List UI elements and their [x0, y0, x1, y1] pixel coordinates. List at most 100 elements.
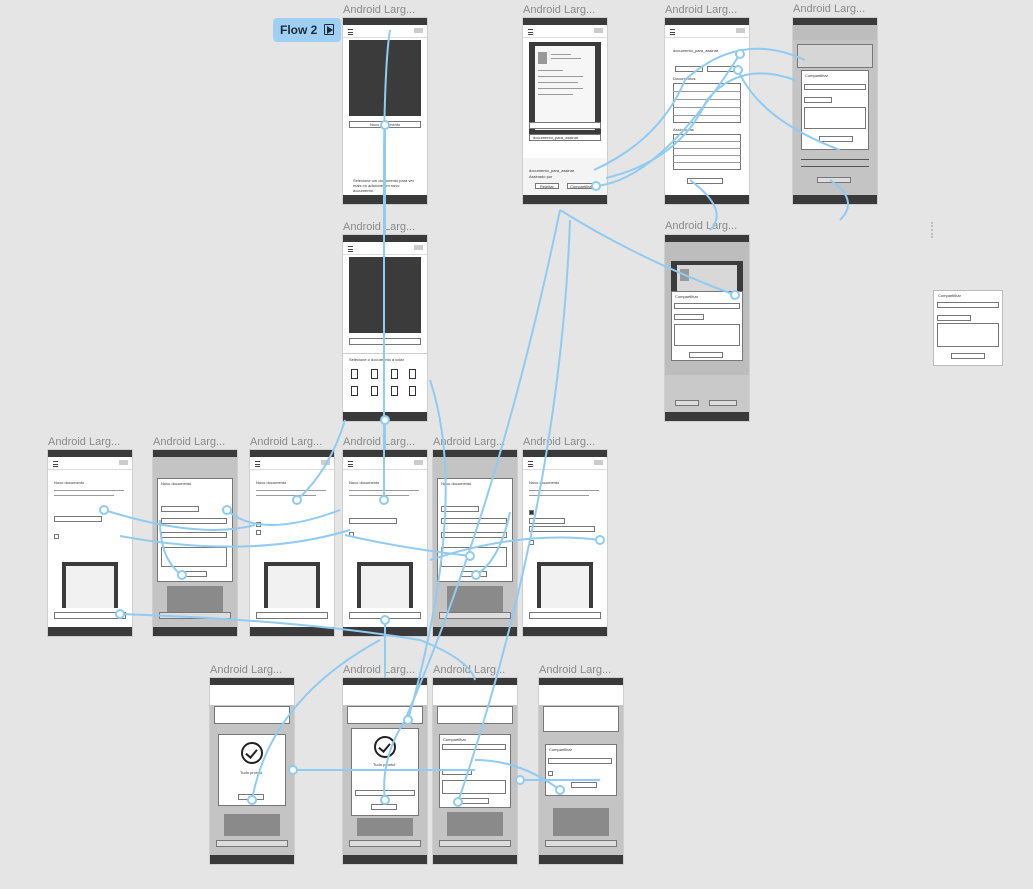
reject-button[interactable] — [675, 400, 699, 406]
share-link-field[interactable] — [674, 303, 740, 309]
frame-label: Android Larg... — [210, 664, 283, 676]
check-circle-icon — [241, 742, 263, 764]
new-document-button[interactable] — [529, 122, 601, 129]
send-email-button[interactable] — [819, 136, 853, 142]
file-icon[interactable] — [391, 386, 398, 396]
frame-label: Android Larg... — [665, 220, 738, 232]
screen-share-form-2: Compartilhar — [539, 678, 623, 864]
frame-label: Android Larg... — [539, 664, 612, 676]
file-icon[interactable] — [409, 386, 416, 396]
canvas-scroll-indicator — [931, 222, 935, 238]
signatures-list[interactable] — [673, 134, 741, 170]
permit-checkbox[interactable] — [256, 530, 261, 535]
share-options-list[interactable] — [804, 107, 866, 129]
send-email-button[interactable] — [951, 353, 985, 359]
email-field[interactable] — [161, 532, 227, 538]
send-email-button[interactable] — [689, 352, 723, 358]
frame-label: Android Larg... — [343, 221, 416, 233]
permit-checkbox[interactable] — [349, 532, 354, 537]
frame-label: Android Larg... — [523, 4, 596, 16]
ok-button[interactable] — [238, 794, 264, 800]
share-button[interactable]: Compartilhar — [567, 183, 595, 189]
tab-share[interactable] — [707, 66, 737, 72]
screen-share-form: Compartilhar — [433, 678, 517, 864]
finish-button[interactable] — [571, 782, 597, 788]
share-link-field[interactable] — [804, 84, 866, 90]
frame-label: Android Larg... — [523, 436, 596, 448]
name-field[interactable] — [441, 518, 507, 524]
save-button[interactable] — [349, 612, 421, 619]
save-button[interactable] — [529, 612, 601, 619]
screen-success-2: Tudo pronto! — [343, 678, 427, 864]
comment-field[interactable] — [442, 780, 506, 794]
share-options-list[interactable] — [937, 323, 999, 347]
document-row[interactable]: documento_para_assinar — [529, 134, 601, 141]
save-button[interactable] — [159, 612, 231, 619]
permit-checkbox[interactable] — [529, 540, 534, 545]
tab-sign[interactable] — [675, 66, 703, 72]
share-role-select[interactable] — [937, 315, 971, 321]
auto-sign-checkbox[interactable] — [529, 510, 534, 515]
file-icon[interactable] — [409, 369, 416, 379]
screen-new-doc-3: Novo documento — [250, 450, 334, 636]
share-role-select[interactable] — [804, 97, 832, 103]
file-icon[interactable] — [351, 369, 358, 379]
frame-label: Android Larg... — [343, 4, 416, 16]
flow-label: Flow 2 — [280, 23, 318, 37]
email-field[interactable] — [441, 532, 507, 538]
permit-checkbox[interactable] — [54, 534, 59, 539]
check-circle-icon — [374, 736, 396, 758]
finish-button[interactable] — [459, 798, 489, 804]
add-participant-field[interactable] — [441, 506, 479, 512]
new-document-button[interactable]: Novo documento — [349, 121, 421, 128]
role-select[interactable] — [54, 516, 102, 522]
add-participant-field[interactable] — [161, 506, 199, 512]
save-button[interactable] — [349, 840, 421, 847]
play-frame-icon[interactable] — [324, 24, 334, 35]
frame-label: Android Larg... — [153, 436, 226, 448]
frame-label: Android Larg... — [250, 436, 323, 448]
screen-share-modal: Compartilhar — [793, 18, 877, 204]
save-button[interactable] — [545, 840, 617, 847]
name-field[interactable] — [161, 518, 227, 524]
new-document-button[interactable] — [349, 338, 421, 345]
add-document-button[interactable] — [817, 177, 851, 183]
save-button[interactable] — [439, 612, 511, 619]
save-button[interactable] — [181, 571, 207, 577]
permit-checkbox[interactable] — [548, 771, 553, 776]
auto-sign-checkbox[interactable] — [256, 522, 261, 527]
role-select[interactable] — [529, 518, 565, 524]
save-button[interactable] — [216, 840, 288, 847]
ok-button[interactable] — [371, 804, 397, 810]
screen-doc-view: documento_para_assinar documento_para_as… — [523, 18, 607, 204]
share-button[interactable] — [709, 400, 737, 406]
screen-new-doc-4: Novo documento — [343, 450, 427, 636]
share-link-field[interactable] — [548, 758, 612, 764]
share-options-list[interactable] — [674, 324, 740, 346]
documents-list[interactable] — [673, 83, 741, 123]
comment-field[interactable] — [161, 547, 227, 567]
flow-badge[interactable]: Flow 2 — [273, 18, 341, 42]
email-field[interactable] — [529, 526, 595, 532]
comment-field[interactable] — [441, 547, 507, 567]
role-select[interactable] — [349, 518, 397, 524]
screen-share-sheet: Compartilhar — [665, 235, 749, 421]
save-button[interactable] — [54, 612, 126, 619]
screen-new-doc-5: Novo documento — [433, 450, 517, 636]
add-document-button[interactable] — [687, 178, 723, 184]
share-role-select[interactable] — [674, 314, 704, 320]
frame-label: Android Larg... — [433, 436, 506, 448]
file-icon[interactable] — [351, 386, 358, 396]
save-button[interactable] — [439, 840, 511, 847]
file-icon[interactable] — [391, 369, 398, 379]
save-button[interactable] — [256, 612, 328, 619]
share-link-field[interactable] — [937, 302, 999, 308]
share-link-field[interactable] — [355, 790, 415, 796]
file-icon[interactable] — [371, 369, 378, 379]
reject-button[interactable]: Rejeitar — [535, 183, 559, 189]
share-role-select[interactable] — [442, 769, 472, 775]
save-button[interactable] — [461, 571, 487, 577]
screen-file-picker: Selecione o documento a colar — [343, 235, 427, 421]
file-icon[interactable] — [371, 386, 378, 396]
share-link-field[interactable] — [442, 744, 506, 750]
